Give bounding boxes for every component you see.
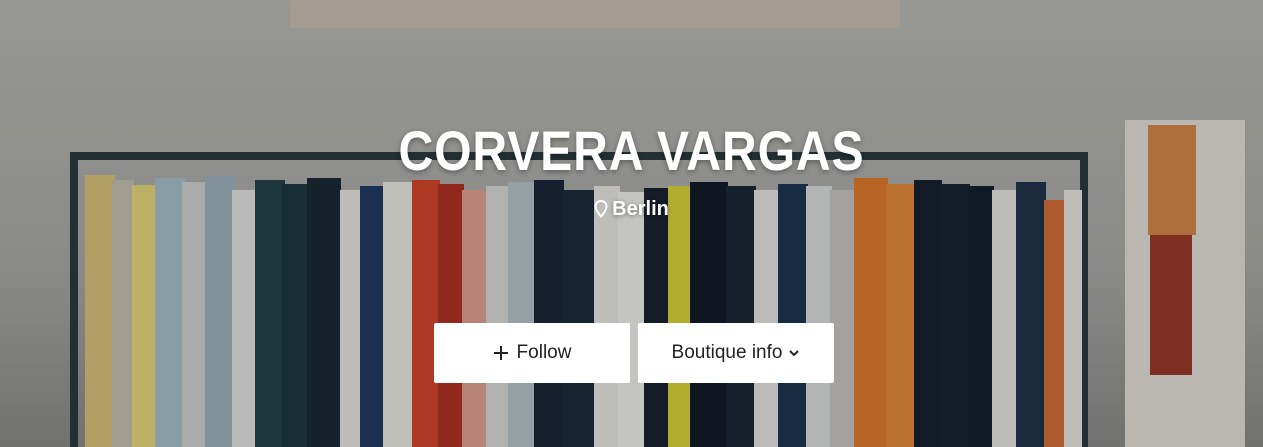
chevron-down-icon — [788, 348, 800, 358]
map-pin-icon — [594, 199, 608, 218]
boutique-title: CORVERA VARGAS — [398, 119, 865, 182]
boutique-info-button-label: Boutique info — [671, 342, 783, 363]
plus-icon — [493, 345, 509, 361]
follow-button[interactable]: Follow — [434, 323, 630, 383]
location-label: Berlin — [612, 198, 669, 220]
boutique-location: Berlin — [0, 198, 1263, 221]
boutique-info-button[interactable]: Boutique info — [638, 323, 834, 383]
hero-overlay — [0, 0, 1263, 447]
boutique-hero: CORVERA VARGAS Berlin Follow Boutique in… — [0, 0, 1263, 447]
follow-button-label: Follow — [516, 342, 572, 363]
